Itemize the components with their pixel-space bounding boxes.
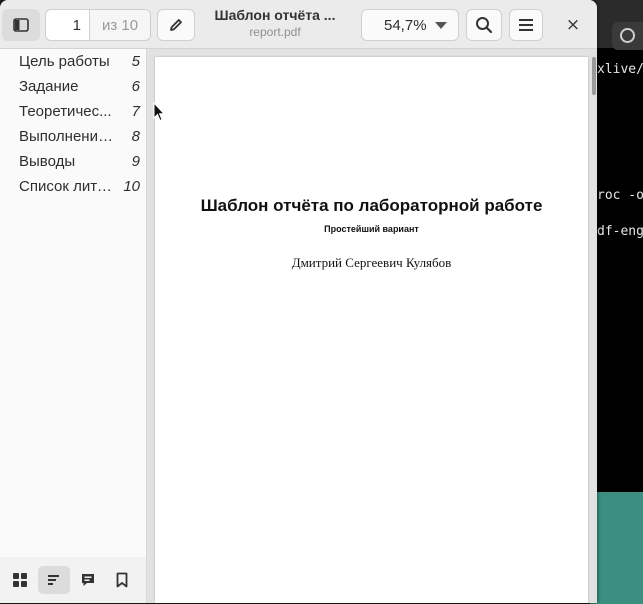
sidebar: Цель работы 5 Задание 6 Теоретичес... 7 … [0,49,147,603]
bookmarks-icon [116,572,128,588]
toc-item[interactable]: Выполнение... 8 [0,125,146,150]
toc-item-label: Задание [19,78,79,95]
page-heading: Шаблон отчёта по лабораторной работе [200,196,543,215]
header-bar: из 10 Шаблон отчёта ... report.pdf 54,7% [0,0,597,49]
main-menu-button[interactable] [509,9,543,41]
toc-item-page: 5 [131,53,140,70]
hamburger-menu-icon [519,19,533,31]
tab-outline[interactable] [38,566,70,594]
page-subheading: Простейший вариант [324,224,419,234]
toc-item-label: Цель работы [19,53,110,70]
page-count-label: из 10 [90,10,150,40]
document-view[interactable]: Шаблон отчёта по лабораторной работе Про… [147,49,597,603]
toc-item[interactable]: Цель работы 5 [0,50,146,75]
desktop-background [590,492,643,604]
toc-item-label: Список лите... [19,178,117,195]
page-author: Дмитрий Сергеевич Кулябов [291,255,452,270]
terminal-header [590,0,643,50]
terminal-line: xlive/ [597,62,643,77]
toc-item[interactable]: Задание 6 [0,75,146,100]
page-number-input[interactable] [46,10,90,40]
sidebar-toggle-button[interactable] [2,9,40,41]
close-button[interactable]: × [556,9,590,41]
page-navigator: из 10 [45,9,151,41]
search-button[interactable] [466,9,502,41]
toc-item-label: Теоретичес... [19,103,112,120]
toc-item-page: 9 [131,153,140,170]
toc-item[interactable]: Список лите... 10 [0,175,146,200]
close-icon: × [565,15,581,35]
tab-annotations[interactable] [72,566,104,594]
toc-item-label: Выполнение... [19,128,117,145]
annotations-icon [82,574,94,586]
terminal-line: roc -o [597,188,643,203]
zoom-value: 54,7% [384,16,427,34]
tab-bookmarks[interactable] [106,566,138,594]
toc-item[interactable]: Теоретичес... 7 [0,100,146,125]
window-title: Шаблон отчёта ... report.pdf [200,7,350,39]
sidebar-view-switcher [0,557,146,603]
document-filename: report.pdf [249,25,301,39]
vertical-scrollbar[interactable] [592,57,596,95]
background-terminal-window: xlive/ roc -o df-eng [590,0,643,604]
toc-item-label: Выводы [19,153,76,170]
document-page: Шаблон отчёта по лабораторной работе Про… [155,57,588,603]
toc-item-page: 7 [131,103,140,120]
terminal-line: df-eng [597,224,643,239]
outline-icon [48,575,59,585]
tab-thumbnails[interactable] [4,566,36,594]
search-icon [476,17,493,34]
chevron-down-icon [435,22,447,29]
toc-item[interactable]: Выводы 9 [0,150,146,175]
toc-item-page: 10 [123,178,140,195]
toc-item-page: 8 [131,128,140,145]
pencil-icon [170,19,182,31]
sidebar-icon [13,18,29,32]
document-viewer-window: из 10 Шаблон отчёта ... report.pdf 54,7% [0,0,597,603]
thumbnails-icon [13,573,27,587]
mouse-cursor-icon [153,102,165,122]
zoom-dropdown[interactable]: 54,7% [361,9,459,41]
search-icon [620,28,635,43]
document-title: Шаблон отчёта ... [214,7,336,23]
toc-item-page: 6 [131,78,140,95]
terminal-search-button[interactable] [612,22,643,50]
annotate-button[interactable] [157,9,195,41]
